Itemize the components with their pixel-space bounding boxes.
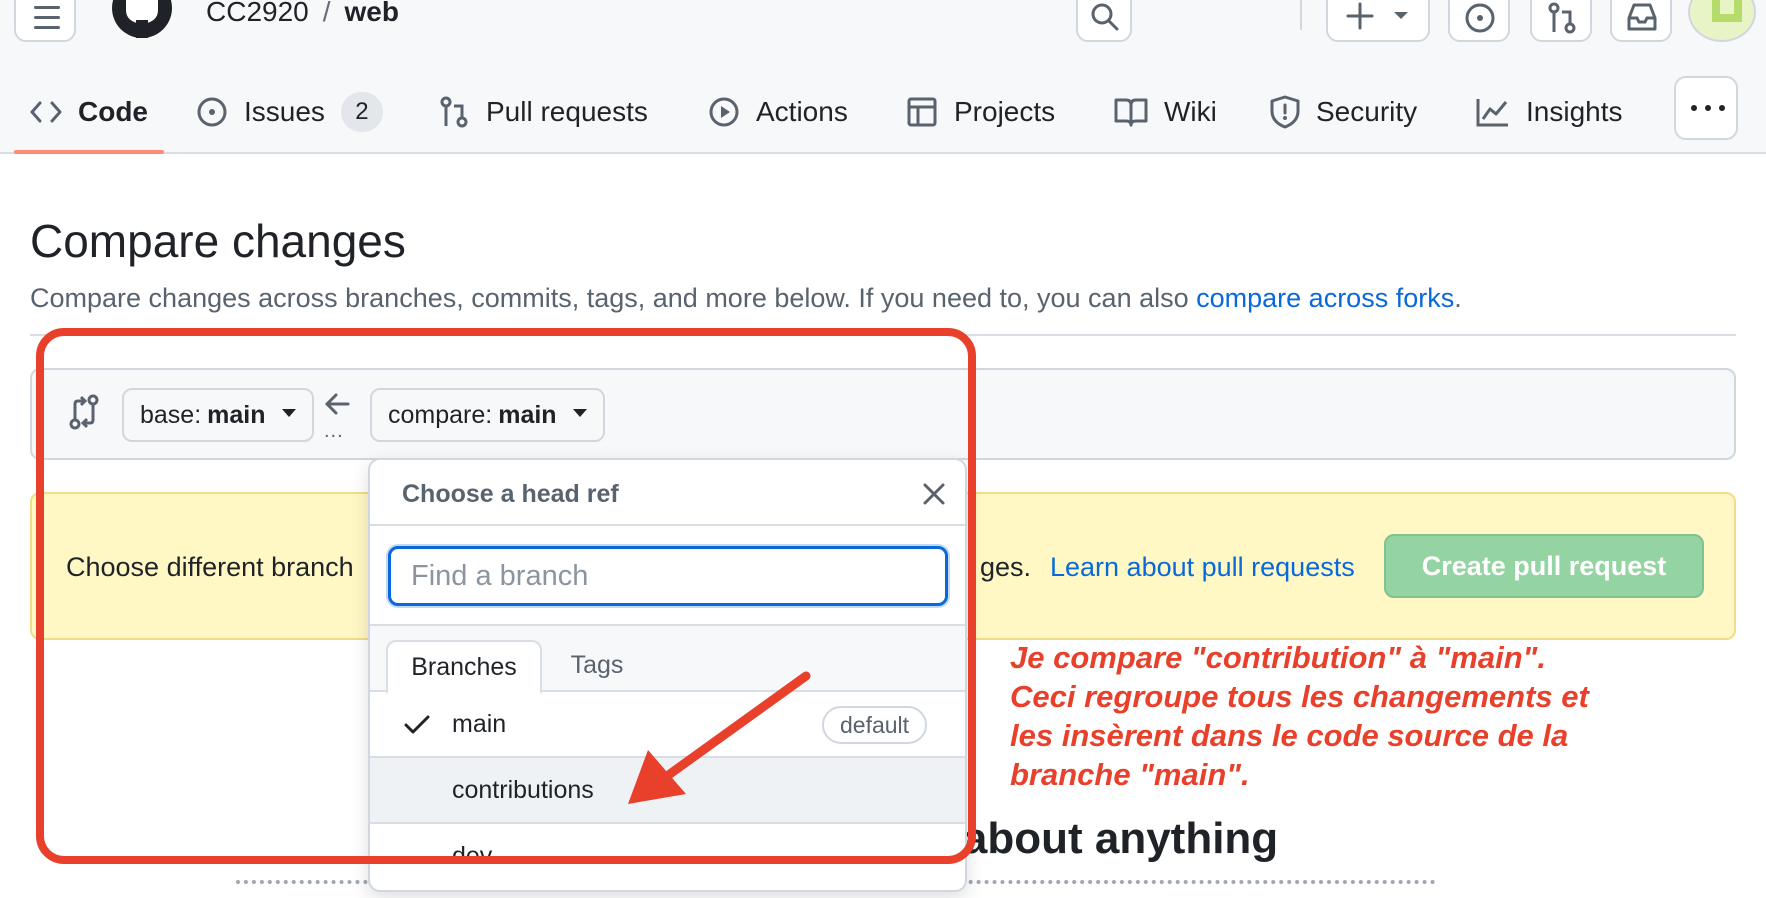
issues-counter: 2 xyxy=(340,92,383,132)
tab-label: Security xyxy=(1316,96,1418,127)
compare-prefix: compare: xyxy=(388,400,493,429)
branch-name: contributions xyxy=(452,776,594,804)
search-icon xyxy=(1091,3,1119,31)
annotation-arrow-icon xyxy=(628,671,811,804)
issues-button[interactable] xyxy=(1448,0,1510,42)
tab-label: Insights xyxy=(1526,96,1623,127)
inbox-button[interactable] xyxy=(1610,0,1672,42)
tab-security[interactable]: Security xyxy=(1270,70,1417,154)
close-icon[interactable] xyxy=(922,482,946,506)
git-pull-request-icon xyxy=(438,96,470,128)
caret-down-icon xyxy=(281,409,296,417)
book-icon xyxy=(1114,97,1148,127)
active-tab-indicator xyxy=(14,150,164,154)
plus-icon xyxy=(1346,2,1374,30)
breadcrumb: CC2920 / web xyxy=(206,0,399,28)
compare-value: main xyxy=(498,400,557,429)
check-icon xyxy=(404,715,430,734)
compare-across-forks-link[interactable]: compare across forks xyxy=(1196,283,1454,313)
create-pull-request-button[interactable]: Create pull request xyxy=(1384,534,1704,598)
header-divider xyxy=(1300,0,1302,30)
tab-label: Code xyxy=(78,96,148,127)
more-button[interactable] xyxy=(1674,76,1738,140)
tab-label: Pull requests xyxy=(486,96,648,127)
breadcrumb-separator: / xyxy=(322,0,331,27)
tab-issues[interactable]: Issues 2 xyxy=(196,70,383,154)
tab-label: Wiki xyxy=(1164,96,1217,127)
compare-branch-button[interactable]: compare: main xyxy=(370,388,605,442)
annotation-note: Je compare "contribution" à "main". Ceci… xyxy=(1010,638,1710,794)
create-new-button[interactable] xyxy=(1326,0,1430,42)
issue-opened-icon xyxy=(1465,3,1495,33)
flash-text-tail: ges. xyxy=(980,552,1032,582)
issue-opened-icon xyxy=(196,96,228,128)
branch-item-dev[interactable]: dev xyxy=(370,824,965,890)
tab-pull-requests[interactable]: Pull requests xyxy=(438,70,648,154)
flash-text: Choose different branch xyxy=(66,552,354,582)
page-description: Compare changes across branches, commits… xyxy=(30,283,1462,314)
git-compare-icon[interactable] xyxy=(68,394,100,430)
description-text: Compare changes across branches, commits… xyxy=(30,283,1197,313)
base-value: main xyxy=(207,400,266,429)
tab-actions[interactable]: Actions xyxy=(708,70,848,154)
dropdown-filter xyxy=(370,526,965,626)
range-dots: ... xyxy=(324,420,344,442)
base-prefix: base: xyxy=(140,400,202,429)
code-icon xyxy=(30,100,62,124)
dropdown-header: Choose a head ref xyxy=(370,460,965,526)
tab-projects[interactable]: Projects xyxy=(906,70,1055,154)
annotation-line: les insèrent dans le code source de la xyxy=(1010,718,1569,753)
description-period: . xyxy=(1454,283,1462,313)
caret-down-icon xyxy=(572,409,587,417)
tab-code[interactable]: Code xyxy=(30,70,148,154)
annotation-line: Ceci regroupe tous les changements et xyxy=(1010,679,1589,714)
tab-insights[interactable]: Insights xyxy=(1476,70,1623,154)
git-pull-request-icon xyxy=(1548,2,1576,34)
discussion-heading: t about anything xyxy=(936,814,1279,863)
branch-name: main xyxy=(452,710,507,738)
default-label: default xyxy=(822,706,928,744)
branch-name: dev xyxy=(452,842,493,870)
play-icon xyxy=(708,96,740,128)
avatar[interactable] xyxy=(1688,0,1756,42)
annotation-line: Je compare "contribution" à "main". xyxy=(1010,640,1546,675)
graph-icon xyxy=(1476,97,1510,127)
dropdown-title: Choose a head ref xyxy=(402,480,619,508)
inbox-icon xyxy=(1627,3,1657,31)
chevron-down-icon xyxy=(1394,12,1408,19)
tab-label: Projects xyxy=(954,96,1056,127)
page-title: Compare changes xyxy=(30,215,406,267)
app-header: CC2920 / web Code Issues 2 Pull requests A… xyxy=(0,0,1766,154)
divider xyxy=(30,334,1736,336)
owner-link[interactable]: CC2920 xyxy=(206,0,309,27)
menu-button[interactable] xyxy=(14,0,76,42)
learn-about-pull-requests-link[interactable]: Learn about pull requests xyxy=(1050,552,1355,583)
base-branch-button[interactable]: base: main xyxy=(122,388,314,442)
pull-requests-button[interactable] xyxy=(1530,0,1592,42)
github-logo-icon[interactable] xyxy=(108,0,176,42)
shield-icon xyxy=(1270,95,1300,129)
arrow-left-icon xyxy=(325,393,350,415)
repo-nav: Code Issues 2 Pull requests Actions Proj… xyxy=(0,70,1766,154)
tab-wiki[interactable]: Wiki xyxy=(1114,70,1217,154)
annotation-line: branche "main". xyxy=(1010,757,1250,792)
tab-branches[interactable]: Branches xyxy=(386,640,542,694)
repo-link[interactable]: web xyxy=(345,0,399,27)
table-icon xyxy=(906,96,938,128)
kebab-horizontal-icon xyxy=(1691,105,1725,111)
search-button[interactable] xyxy=(1076,0,1132,42)
tab-label: Issues xyxy=(244,96,325,127)
range-editor: base: main ... compare: main xyxy=(30,368,1736,460)
branch-search-input[interactable] xyxy=(388,546,948,606)
tab-label: Actions xyxy=(756,96,848,127)
hamburger-icon xyxy=(34,6,60,29)
